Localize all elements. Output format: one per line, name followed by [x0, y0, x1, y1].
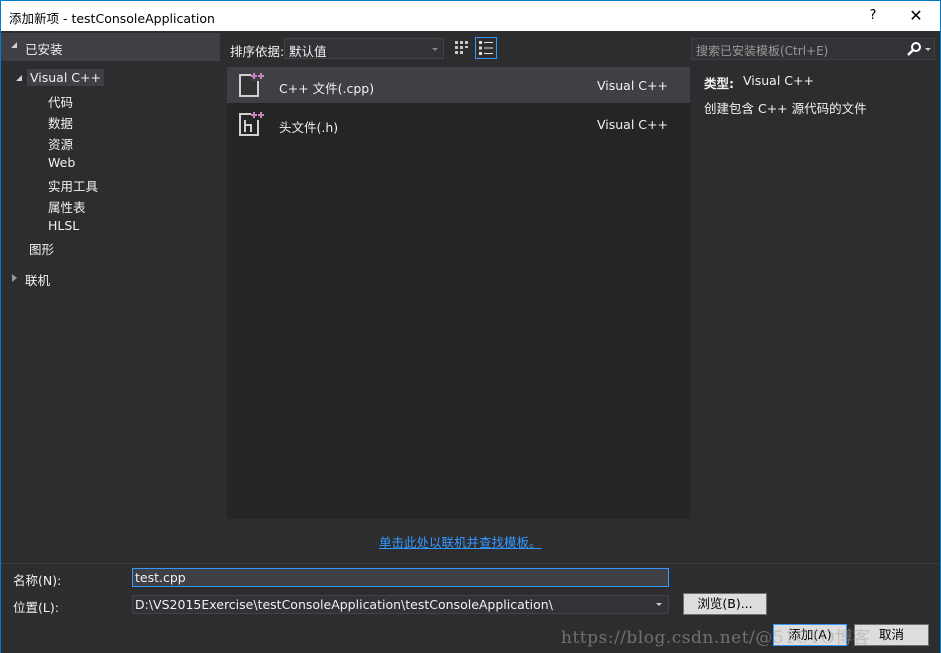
name-label: 名称(N): — [13, 573, 62, 588]
template-name: C++ 文件(.cpp) — [279, 81, 375, 96]
location-value: D:\VS2015Exercise\testConsoleApplication… — [135, 597, 553, 612]
tree-item-resource[interactable]: 资源 — [48, 134, 73, 153]
template-description: 创建包含 C++ 源代码的文件 — [704, 101, 867, 116]
search-icon[interactable] — [906, 41, 922, 57]
tree-item-web[interactable]: Web — [48, 155, 75, 170]
tree-item-visual-cpp[interactable]: Visual C++ — [27, 69, 104, 86]
name-input[interactable] — [132, 568, 669, 587]
tree-item-online[interactable]: 联机 — [25, 270, 50, 289]
list-view-icon — [479, 41, 493, 55]
search-options-chevron-icon[interactable] — [925, 48, 931, 51]
installed-header[interactable]: 已安装 — [1, 33, 220, 61]
tree-item-hlsl[interactable]: HLSL — [48, 218, 79, 233]
tree-item-code[interactable]: 代码 — [48, 92, 73, 111]
template-language: Visual C++ — [597, 78, 668, 93]
sort-toolbar: 排序依据: 默认值 — [225, 33, 691, 63]
template-details-pane: 类型: Visual C++ 创建包含 C++ 源代码的文件 — [692, 67, 935, 519]
tree-item-utility[interactable]: 实用工具 — [48, 176, 98, 195]
sort-label: 排序依据: — [230, 44, 285, 59]
tree-item-data[interactable]: 数据 — [48, 113, 73, 132]
cpp-file-icon — [239, 72, 265, 97]
close-button[interactable]: ✕ — [906, 6, 926, 26]
search-installed-templates[interactable]: 搜索已安装模板(Ctrl+E) — [691, 38, 935, 60]
type-label: 类型: — [704, 76, 734, 91]
template-name: 头文件(.h) — [279, 120, 339, 135]
title-bar: 添加新项 - testConsoleApplication ? ✕ — [1, 1, 940, 31]
collapsed-arrow-icon[interactable] — [12, 274, 17, 282]
location-dropdown[interactable]: D:\VS2015Exercise\testConsoleApplication… — [132, 595, 669, 614]
template-list: C++ 文件(.cpp) Visual C++ 头文件(.h) Visual C… — [227, 67, 690, 519]
browse-button[interactable]: 浏览(B)... — [683, 593, 767, 615]
header-file-icon — [239, 111, 265, 136]
template-item-header-file[interactable]: 头文件(.h) Visual C++ — [227, 106, 690, 142]
expanded-arrow-icon — [11, 42, 17, 48]
expanded-arrow-icon[interactable] — [16, 75, 22, 81]
search-placeholder: 搜索已安装模板(Ctrl+E) — [696, 44, 829, 58]
tree-item-property-sheets[interactable]: 属性表 — [48, 197, 86, 216]
find-templates-online-link[interactable]: 单击此处以联机并查找模板。 — [379, 532, 542, 551]
window-title: 添加新项 - testConsoleApplication — [9, 11, 215, 26]
installed-label: 已安装 — [25, 42, 63, 57]
add-new-item-dialog: 添加新项 - testConsoleApplication ? ✕ 已安装 Vi… — [0, 0, 941, 653]
add-button[interactable]: 添加(A) — [773, 624, 847, 646]
sort-value: 默认值 — [289, 44, 327, 59]
template-language: Visual C++ — [597, 117, 668, 132]
chevron-down-icon — [432, 48, 438, 51]
type-value: Visual C++ — [743, 73, 814, 88]
location-label: 位置(L): — [13, 600, 59, 615]
chevron-down-icon — [656, 603, 662, 606]
tree-item-graphics[interactable]: 图形 — [29, 239, 54, 258]
template-item-cpp-file[interactable]: C++ 文件(.cpp) Visual C++ — [227, 67, 690, 103]
cancel-button[interactable]: 取消 — [854, 624, 929, 646]
sort-dropdown[interactable]: 默认值 — [284, 38, 444, 59]
help-button[interactable]: ? — [863, 6, 883, 26]
grid-view-icon[interactable] — [454, 40, 470, 56]
list-view-button[interactable] — [475, 37, 497, 59]
